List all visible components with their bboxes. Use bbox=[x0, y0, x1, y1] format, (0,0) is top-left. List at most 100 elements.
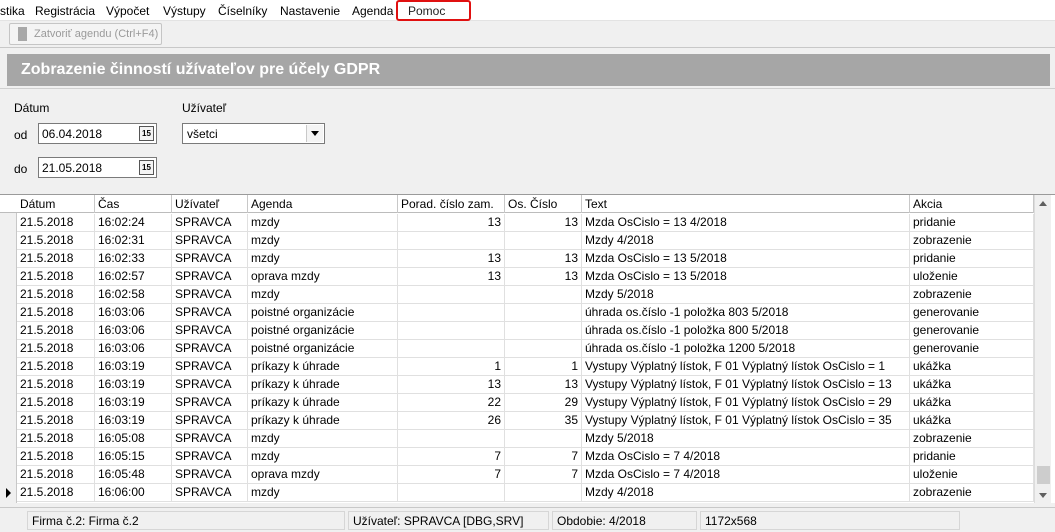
menu-item-nastavenie[interactable]: Nastavenie bbox=[280, 3, 340, 19]
column-header-uzivatel[interactable]: Užívateľ bbox=[172, 195, 248, 213]
user-select-value: všetci bbox=[187, 127, 218, 141]
activity-grid[interactable]: Dátum Čas Užívateľ Agenda Porad. číslo z… bbox=[0, 194, 1055, 503]
close-agenda-button[interactable]: Zatvoriť agendu (Ctrl+F4) bbox=[9, 23, 162, 45]
from-label: od bbox=[14, 128, 28, 142]
menu-item-vypocet[interactable]: Výpočet bbox=[106, 3, 149, 19]
cell-datum: 21.5.2018 bbox=[17, 466, 95, 484]
table-row[interactable]: 21.5.2018 16:03:19 SPRAVCA príkazy k úhrade… bbox=[17, 376, 1034, 394]
cell-text: Mzda OsCislo = 13 5/2018 bbox=[582, 268, 910, 286]
row-indicator[interactable] bbox=[0, 250, 17, 268]
user-select[interactable]: všetci bbox=[182, 123, 325, 144]
cell-agenda: príkazy k úhrade bbox=[248, 412, 398, 430]
cell-akcia: zobrazenie bbox=[910, 232, 1034, 250]
column-header-cas[interactable]: Čas bbox=[95, 195, 172, 213]
menu-item-vystupy[interactable]: Výstupy bbox=[163, 3, 206, 19]
cell-text: Vystupy Výplatný lístok, F 01 Výplatný l… bbox=[582, 412, 910, 430]
row-indicator[interactable] bbox=[0, 394, 17, 412]
cell-akcia: generovanie bbox=[910, 340, 1034, 358]
scroll-up-icon[interactable] bbox=[1035, 195, 1052, 212]
table-row[interactable]: 21.5.2018 16:02:58 SPRAVCA mzdy Mzdy 5/2018 z… bbox=[17, 286, 1034, 304]
row-indicator[interactable] bbox=[0, 232, 17, 250]
cell-agenda: príkazy k úhrade bbox=[248, 376, 398, 394]
cell-agenda: mzdy bbox=[248, 430, 398, 448]
cell-os-cislo bbox=[505, 322, 582, 340]
row-indicator[interactable] bbox=[0, 340, 17, 358]
cell-os-cislo bbox=[505, 430, 582, 448]
menu-item-ciselniky[interactable]: Číselníky bbox=[218, 3, 267, 19]
calendar-icon[interactable]: 15 bbox=[139, 126, 154, 141]
cell-os-cislo bbox=[505, 484, 582, 502]
cell-text: Vystupy Výplatný lístok, F 01 Výplatný l… bbox=[582, 376, 910, 394]
table-row[interactable]: 21.5.2018 16:06:00 SPRAVCA mzdy Mzdy 4/2018 z… bbox=[17, 484, 1034, 502]
calendar-icon[interactable]: 15 bbox=[139, 160, 154, 175]
current-row-icon[interactable] bbox=[0, 484, 17, 502]
table-row[interactable]: 21.5.2018 16:03:19 SPRAVCA príkazy k úhrade… bbox=[17, 394, 1034, 412]
row-indicator[interactable] bbox=[0, 268, 17, 286]
cell-os-cislo: 13 bbox=[505, 376, 582, 394]
close-agenda-label: Zatvoriť agendu (Ctrl+F4) bbox=[34, 28, 159, 40]
vertical-scrollbar[interactable] bbox=[1034, 195, 1051, 503]
column-header-akcia[interactable]: Akcia bbox=[910, 195, 1034, 213]
cell-akcia: pridanie bbox=[910, 214, 1034, 232]
cell-akcia: ukážka bbox=[910, 394, 1034, 412]
cell-os-cislo bbox=[505, 286, 582, 304]
cell-porad-cislo bbox=[398, 322, 505, 340]
table-row[interactable]: 21.5.2018 16:05:08 SPRAVCA mzdy Mzdy 5/2018 z… bbox=[17, 430, 1034, 448]
status-user: Užívateľ: SPRAVCA [DBG,SRV] bbox=[348, 511, 549, 530]
table-row[interactable]: 21.5.2018 16:03:06 SPRAVCA poistné organizá… bbox=[17, 304, 1034, 322]
menu-item-registracia[interactable]: Registrácia bbox=[35, 3, 95, 19]
table-row[interactable]: 21.5.2018 16:02:24 SPRAVCA mzdy 13 13 Mzda OsC… bbox=[17, 214, 1034, 232]
cell-akcia: zobrazenie bbox=[910, 484, 1034, 502]
column-header-text[interactable]: Text bbox=[582, 195, 910, 213]
menu-item-statistika[interactable]: stika bbox=[0, 3, 25, 19]
table-row[interactable]: 21.5.2018 16:05:48 SPRAVCA oprava mzdy 7 7 Mzd… bbox=[17, 466, 1034, 484]
column-header-datum[interactable]: Dátum bbox=[17, 195, 95, 213]
cell-cas: 16:02:58 bbox=[95, 286, 172, 304]
row-indicator[interactable] bbox=[0, 376, 17, 394]
table-row[interactable]: 21.5.2018 16:02:33 SPRAVCA mzdy 13 13 Mzda OsC… bbox=[17, 250, 1034, 268]
scroll-down-icon[interactable] bbox=[1035, 487, 1052, 503]
table-row[interactable]: 21.5.2018 16:02:57 SPRAVCA oprava mzdy 13 13 M… bbox=[17, 268, 1034, 286]
row-indicator[interactable] bbox=[0, 304, 17, 322]
row-indicator[interactable] bbox=[0, 322, 17, 340]
chevron-down-icon[interactable] bbox=[306, 125, 323, 142]
column-header-agenda[interactable]: Agenda bbox=[248, 195, 398, 213]
date-to-field[interactable]: 21.05.2018 15 bbox=[38, 157, 157, 178]
table-row[interactable]: 21.5.2018 16:03:06 SPRAVCA poistné organizá… bbox=[17, 322, 1034, 340]
cell-uzivatel: SPRAVCA bbox=[172, 430, 248, 448]
row-indicator[interactable] bbox=[0, 430, 17, 448]
cell-agenda: poistné organizácie bbox=[248, 322, 398, 340]
cell-text: Mzdy 5/2018 bbox=[582, 430, 910, 448]
date-from-field[interactable]: 06.04.2018 15 bbox=[38, 123, 157, 144]
column-header-porad-cislo[interactable]: Porad. číslo zam. bbox=[398, 195, 505, 213]
scrollbar-thumb[interactable] bbox=[1037, 466, 1050, 484]
table-row[interactable]: 21.5.2018 16:03:19 SPRAVCA príkazy k úhrade… bbox=[17, 412, 1034, 430]
cell-datum: 21.5.2018 bbox=[17, 358, 95, 376]
cell-datum: 21.5.2018 bbox=[17, 340, 95, 358]
row-indicator[interactable] bbox=[0, 286, 17, 304]
table-row[interactable]: 21.5.2018 16:03:19 SPRAVCA príkazy k úhrade… bbox=[17, 358, 1034, 376]
row-indicator[interactable] bbox=[0, 412, 17, 430]
cell-akcia: uloženie bbox=[910, 268, 1034, 286]
cell-datum: 21.5.2018 bbox=[17, 394, 95, 412]
table-row[interactable]: 21.5.2018 16:05:15 SPRAVCA mzdy 7 7 Mzda OsCis… bbox=[17, 448, 1034, 466]
row-indicator[interactable] bbox=[0, 448, 17, 466]
menu-item-agenda[interactable]: Agenda bbox=[352, 3, 393, 19]
column-header-os-cislo[interactable]: Os. Číslo bbox=[505, 195, 582, 213]
table-row[interactable]: 21.5.2018 16:02:31 SPRAVCA mzdy Mzdy 4/2018 z… bbox=[17, 232, 1034, 250]
cell-cas: 16:03:19 bbox=[95, 376, 172, 394]
cell-os-cislo bbox=[505, 304, 582, 322]
cell-porad-cislo: 13 bbox=[398, 268, 505, 286]
cell-akcia: generovanie bbox=[910, 304, 1034, 322]
cell-text: Vystupy Výplatný lístok, F 01 Výplatný l… bbox=[582, 394, 910, 412]
status-resolution: 1172x568 bbox=[700, 511, 960, 530]
cell-cas: 16:03:06 bbox=[95, 340, 172, 358]
row-indicator[interactable] bbox=[0, 214, 17, 232]
cell-uzivatel: SPRAVCA bbox=[172, 214, 248, 232]
row-indicator[interactable] bbox=[0, 358, 17, 376]
cell-porad-cislo bbox=[398, 340, 505, 358]
row-indicator[interactable] bbox=[0, 466, 17, 484]
cell-uzivatel: SPRAVCA bbox=[172, 484, 248, 502]
cell-akcia: pridanie bbox=[910, 448, 1034, 466]
table-row[interactable]: 21.5.2018 16:03:06 SPRAVCA poistné organizá… bbox=[17, 340, 1034, 358]
